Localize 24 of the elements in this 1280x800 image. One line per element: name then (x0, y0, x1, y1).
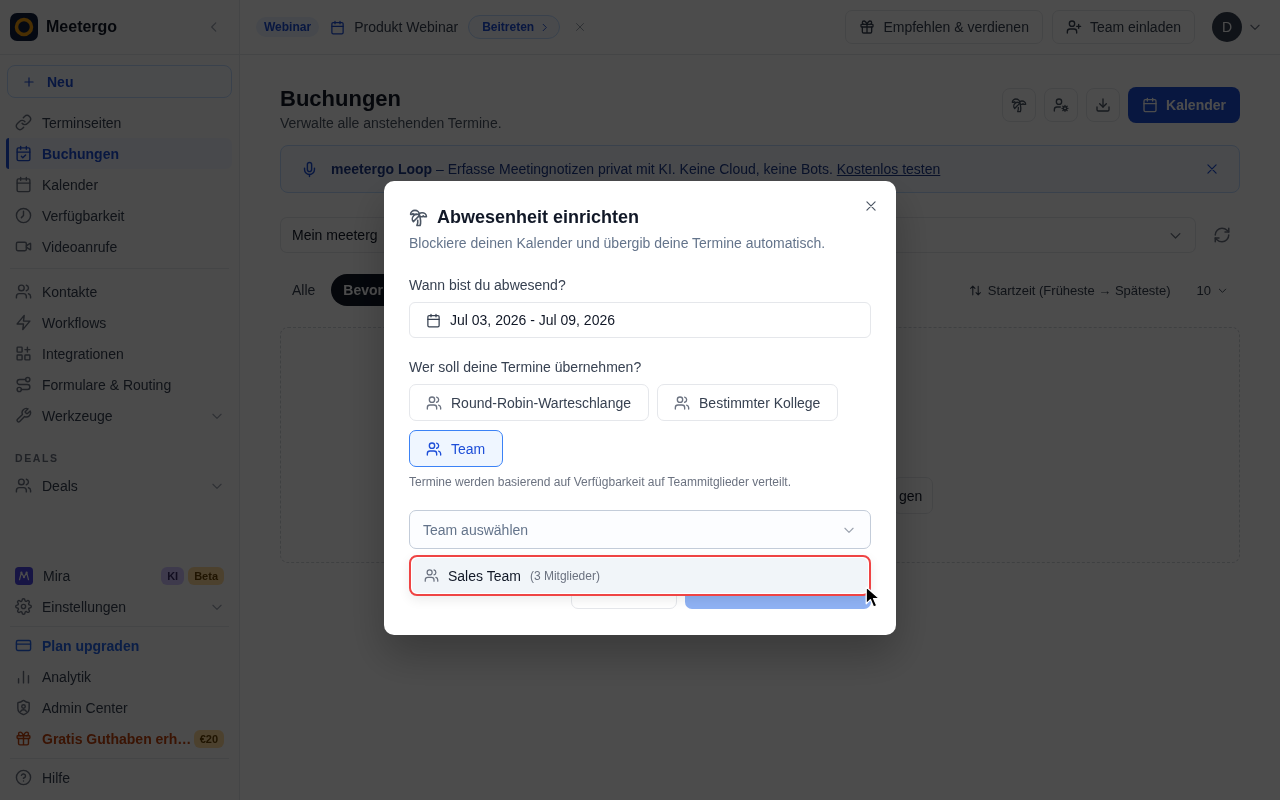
page-title: Buchungen (280, 85, 402, 113)
palm-tree-icon (409, 207, 428, 227)
users-icon (426, 394, 442, 411)
dropdown-option[interactable]: Sales Team (3 Mitglieder) (412, 558, 868, 593)
team-select[interactable]: Team auswählen (409, 510, 871, 549)
option-button[interactable]: Team (409, 430, 504, 467)
option-button[interactable]: Bestimmter Kollege (657, 384, 839, 421)
close-icon[interactable] (864, 199, 878, 213)
dialog-title: Abwesenheit einrichten (437, 206, 640, 229)
users-icon (426, 440, 442, 457)
page-size-select[interactable]: 10 (1196, 282, 1240, 298)
filter-tab[interactable]: Alle (280, 274, 328, 306)
hint-text: Termine werden basierend auf Verfügbarkeit auf Teammitglieder verteilt. (409, 474, 792, 490)
field-label: Wer soll deine Termine übernehmen? (409, 358, 643, 377)
webinar-title: Produkt Webinar (354, 19, 459, 35)
users-icon (424, 568, 439, 583)
dialog-subtitle: Blockiere deinen Kalender und übergib deine Termine automatisch. (409, 234, 827, 253)
app-name: Meetergo (46, 18, 119, 36)
date-range-field[interactable]: Jul 03, 2026 - Jul 09, 2026 (409, 302, 871, 338)
option-button[interactable]: Round-Robin-Warteschlange (409, 384, 650, 421)
calendar-icon (426, 312, 441, 328)
field-label: Wann bist du abwesend? (409, 276, 567, 295)
banner-link[interactable]: Kostenlos testen (836, 161, 941, 177)
users-icon (674, 394, 691, 411)
